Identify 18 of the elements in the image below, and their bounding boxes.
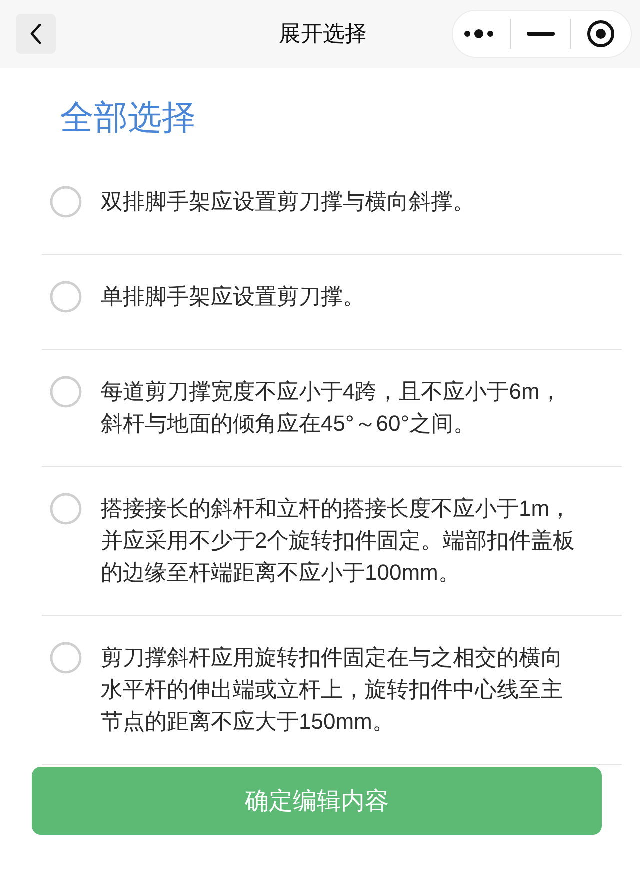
option-text: 搭接接长的斜杆和立杆的搭接长度不应小于1m，并应采用不少于2个旋转扣件固定。端部扣件盖板的边缘至杆端距离不应小于100mm。 — [101, 495, 576, 587]
confirm-button[interactable]: 确定编辑内容 — [32, 767, 602, 835]
radio-button[interactable] — [50, 493, 82, 525]
select-all-link[interactable]: 全部选择 — [60, 98, 196, 138]
option-text: 剪刀撑斜杆应用旋转扣件固定在与之相交的横向水平杆的伸出端或立杆上，旋转扣件中心线至主节点的距离不应大于150mm。 — [101, 644, 564, 736]
minimize-icon[interactable] — [526, 32, 554, 36]
radio-button[interactable] — [50, 186, 82, 218]
option-text: 每道剪刀撑宽度不应小于4跨，且不应小于6m，斜杆与地面的倾角应在45°～60°之间。 — [101, 378, 563, 438]
radio-button[interactable] — [50, 376, 82, 408]
back-button[interactable] — [16, 14, 56, 54]
circle-dot-icon[interactable] — [587, 20, 615, 48]
more-icon[interactable] — [464, 29, 494, 39]
option-text: 单排脚手架应设置剪刀撑。 — [101, 283, 366, 311]
chevron-left-icon — [30, 24, 42, 44]
radio-button[interactable] — [50, 281, 82, 313]
option-text: 双排脚手架应设置剪刀撑与横向斜撑。 — [101, 188, 476, 216]
page-title: 展开选择 — [278, 20, 368, 48]
radio-button[interactable] — [50, 642, 82, 674]
